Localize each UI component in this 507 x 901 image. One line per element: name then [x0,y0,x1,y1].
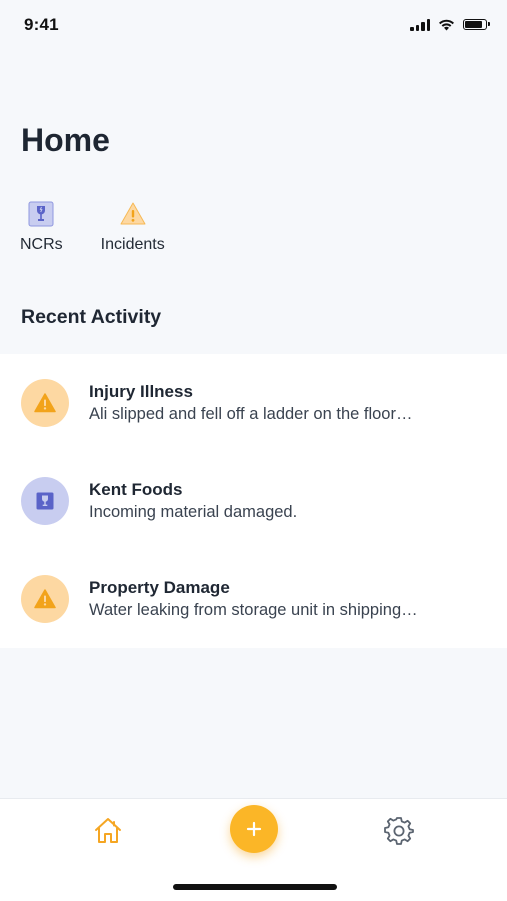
list-item[interactable]: Kent Foods Incoming material damaged. [0,452,507,550]
shortcut-label: NCRs [20,236,63,253]
shortcut-label: Incidents [100,236,165,253]
list-item[interactable]: Property Damage Water leaking from stora… [0,550,507,648]
list-item-subtitle: Ali slipped and fell off a ladder on the… [89,404,413,423]
home-icon[interactable] [92,815,124,847]
warning-icon [119,200,147,228]
gear-icon[interactable] [383,815,415,847]
section-title-recent-activity: Recent Activity [21,306,162,328]
status-icons [410,17,490,31]
shortcuts: NCRs Incidents [20,200,165,254]
fragile-box-icon [21,477,69,525]
add-icon [246,821,262,837]
home-indicator[interactable] [173,884,337,890]
shortcut-ncrs[interactable]: NCRs [20,200,63,254]
warning-icon [21,379,69,427]
list-item-title: Kent Foods [89,479,183,499]
list-item-title: Injury Illness [89,381,193,401]
list-item-title: Property Damage [89,577,230,597]
warning-icon [21,575,69,623]
add-button[interactable] [230,805,278,853]
wifi-icon [439,19,454,30]
shortcut-incidents[interactable]: Incidents [101,200,165,254]
activity-list: Injury Illness Ali slipped and fell off … [0,354,507,648]
status-time: 9:41 [24,15,59,34]
status-bar: 9:41 [0,0,507,52]
cellular-signal-icon [410,17,430,31]
page-title: Home [21,122,110,158]
battery-icon [463,18,490,30]
list-item[interactable]: Injury Illness Ali slipped and fell off … [0,354,507,452]
list-item-subtitle: Water leaking from storage unit in shipp… [89,600,418,619]
fragile-box-icon [27,200,55,228]
list-item-subtitle: Incoming material damaged. [89,502,298,521]
